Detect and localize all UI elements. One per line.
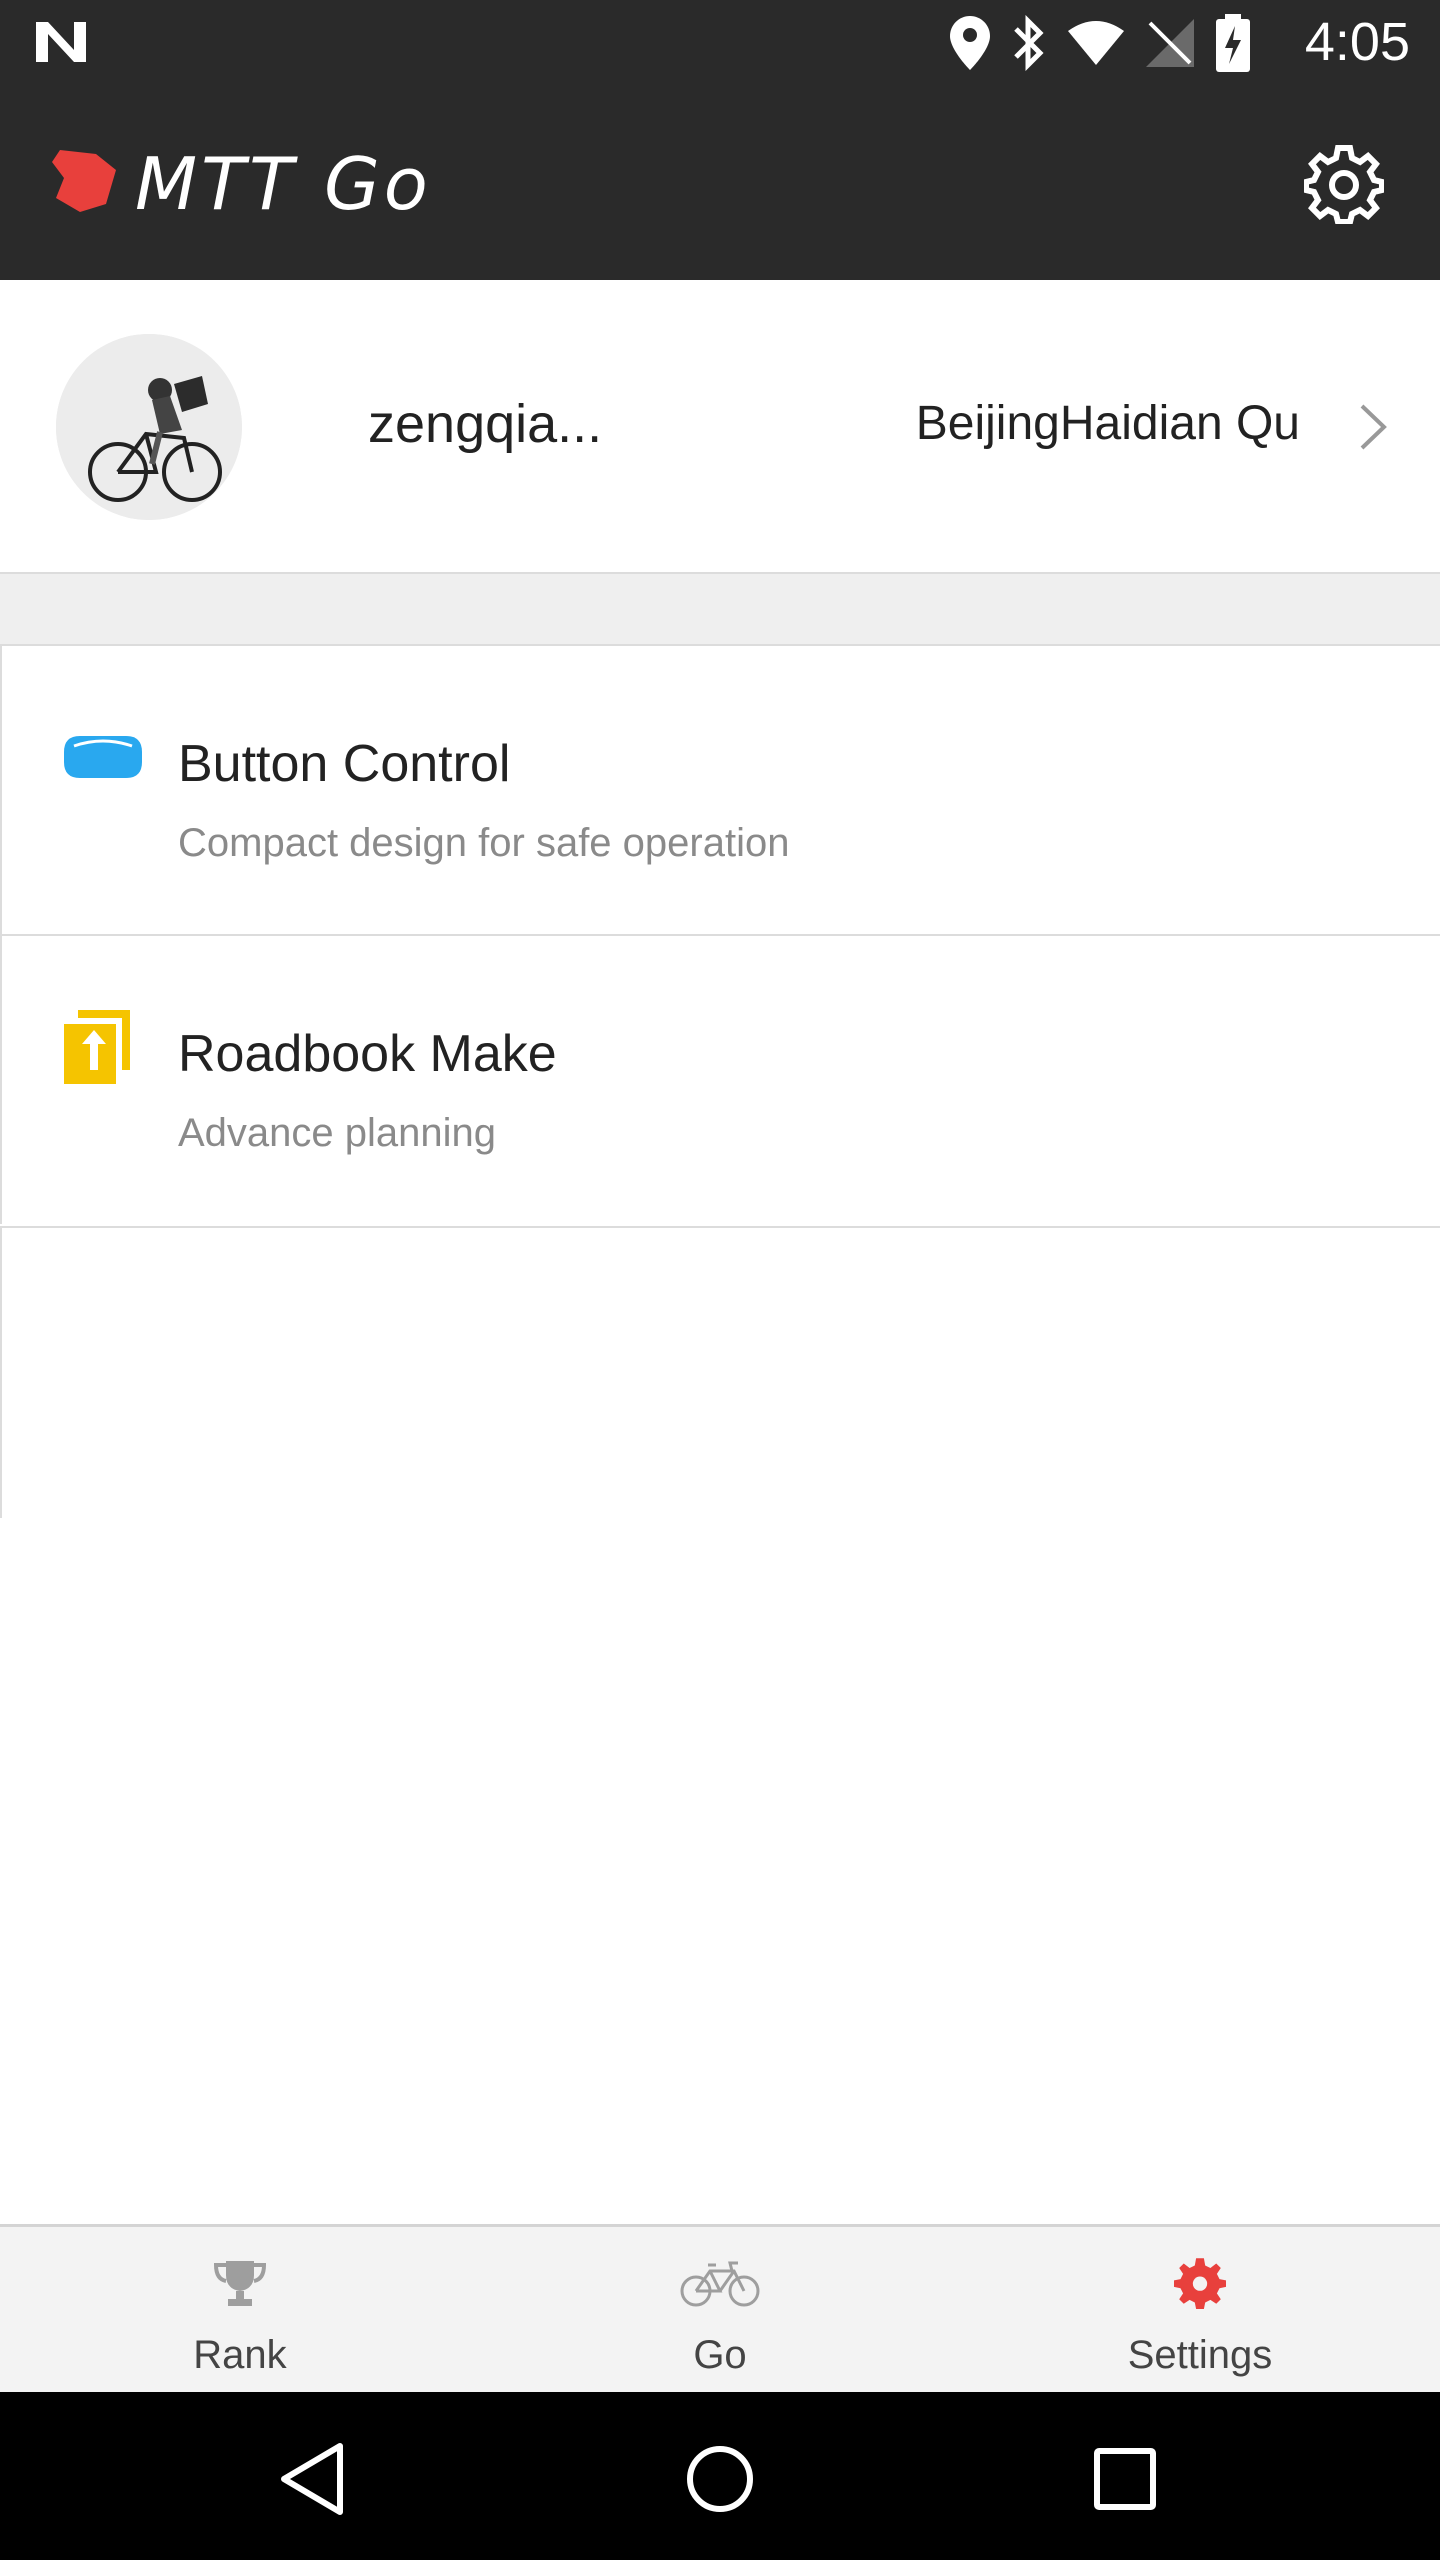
app-bar: MTT Go [0,84,1440,280]
location-text: BeijingHaidian Qu [915,397,1300,450]
wifi-icon [1068,21,1124,65]
gear-icon [1174,2258,1226,2309]
no-sim-icon [1146,19,1194,67]
app-title: MTT Go [135,142,432,226]
button-device-icon [64,736,142,778]
home-icon[interactable] [675,2434,765,2524]
nav-label: Settings [1127,2333,1273,2377]
back-icon[interactable] [270,2434,360,2524]
avatar[interactable] [56,334,242,520]
username: zengqia... [368,394,603,454]
cyclist-avatar-image [56,334,242,520]
nav-label: Go [693,2333,747,2377]
nav-go[interactable]: Go [480,2227,960,2395]
list-item-title: Roadbook Make [178,1025,557,1083]
profile-row[interactable]: zengqia... BeijingHaidian Qu [0,280,1440,574]
system-nav-bar [0,2392,1440,2560]
list-item-title: Button Control [178,735,511,793]
nav-label: Rank [193,2333,287,2377]
nav-rank[interactable]: Rank [0,2227,480,2395]
list-item-button-control[interactable]: Button Control Compact design for safe o… [0,644,1440,934]
list-item-subtitle: Compact design for safe operation [178,821,790,865]
settings-gear-button[interactable] [1304,144,1384,224]
mtt-logo-icon [52,150,116,212]
recents-icon[interactable] [1080,2434,1170,2524]
empty-list-slot [0,1226,1440,1518]
section-divider [0,574,1440,644]
bottom-nav: Rank Go Settings [0,2224,1440,2392]
nav-settings[interactable]: Settings [960,2227,1440,2395]
bicycle-icon [680,2261,760,2307]
status-time: 4:05 [1304,12,1410,72]
n-notification-icon [36,22,86,62]
status-bar: 4:05 [0,0,1440,84]
location-icon [950,16,990,70]
battery-icon [1216,14,1250,72]
list-item-roadbook-make[interactable]: Roadbook Make Advance planning [0,934,1440,1224]
chevron-right-icon [1360,404,1387,450]
trophy-icon [214,2261,266,2306]
bluetooth-icon [1014,15,1044,71]
list-item-subtitle: Advance planning [178,1111,497,1155]
roadbook-icon [64,1010,130,1084]
